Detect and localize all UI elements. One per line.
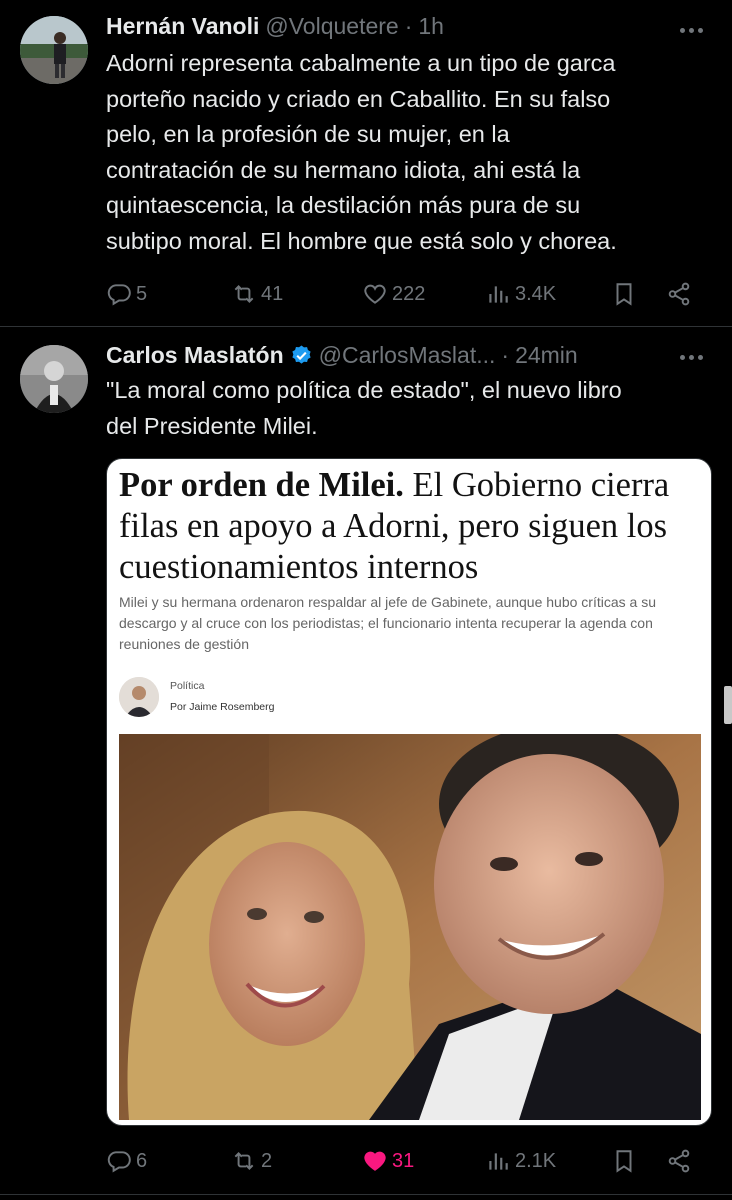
author-name[interactable]: Carlos Maslatón xyxy=(106,342,284,369)
bookmark-button[interactable] xyxy=(611,279,641,309)
views-icon xyxy=(489,286,508,303)
article-photo xyxy=(119,734,701,1120)
share-icon xyxy=(668,1149,690,1173)
like-button[interactable]: 222 xyxy=(362,279,425,309)
views-icon xyxy=(489,1153,508,1170)
tweet-text: Adorni representa cabalmente a un tipo d… xyxy=(106,50,617,254)
repost-count: 2 xyxy=(261,1149,273,1172)
more-icon[interactable] xyxy=(680,345,704,369)
reply-button[interactable]: 6 xyxy=(106,1146,147,1176)
article-section: Política xyxy=(170,680,205,692)
avatar[interactable] xyxy=(20,345,88,413)
bookmark-icon xyxy=(616,1150,632,1173)
reply-button[interactable]: 5 xyxy=(106,279,147,309)
more-icon[interactable] xyxy=(680,18,704,42)
bookmark-button[interactable] xyxy=(611,1146,641,1176)
scrollbar[interactable] xyxy=(724,686,732,724)
author-handle[interactable]: @CarlosMaslat... xyxy=(319,342,496,369)
like-icon xyxy=(364,284,386,304)
reply-count: 6 xyxy=(136,1149,148,1172)
tweet-header: Hernán Vanoli @Volquetere · 1h xyxy=(106,13,672,43)
tweet-divider xyxy=(0,1194,732,1195)
views-button[interactable]: 3.4K xyxy=(485,279,556,309)
author-handle[interactable]: @Volquetere xyxy=(265,13,398,40)
tweet-text: "La moral como política de estado", el n… xyxy=(106,377,622,439)
author-photo xyxy=(119,677,159,717)
separator: · xyxy=(404,13,413,39)
repost-button[interactable]: 41 xyxy=(231,279,283,309)
like-count: 222 xyxy=(392,282,426,305)
timestamp[interactable]: 1h xyxy=(418,13,444,40)
reply-icon xyxy=(107,1151,131,1173)
like-button[interactable]: 31 xyxy=(362,1146,414,1176)
headline-bold: Por orden de Milei. xyxy=(119,466,404,504)
article-headline: Por orden de Milei. El Gobierno cierra f… xyxy=(119,465,709,588)
share-button[interactable] xyxy=(666,279,696,309)
author-name[interactable]: Hernán Vanoli xyxy=(106,13,259,40)
media-image[interactable]: Por orden de Milei. El Gobierno cierra f… xyxy=(106,458,712,1126)
like-icon xyxy=(364,1151,386,1171)
reply-count: 5 xyxy=(136,282,148,305)
tweet-2[interactable]: Carlos Maslatón @CarlosMaslat... · 24min… xyxy=(0,327,732,1200)
reply-icon xyxy=(107,284,131,306)
separator: · xyxy=(501,342,510,368)
share-icon xyxy=(668,282,690,306)
article-byline: Por Jaime Rosemberg xyxy=(170,701,275,713)
verified-icon xyxy=(292,345,311,364)
share-button[interactable] xyxy=(666,1146,696,1176)
tweet-1[interactable]: Hernán Vanoli @Volquetere · 1h Adorni re… xyxy=(0,0,732,326)
repost-icon xyxy=(234,285,254,303)
views-count: 3.4K xyxy=(515,282,557,305)
repost-count: 41 xyxy=(261,282,284,305)
timestamp[interactable]: 24min xyxy=(515,342,578,369)
action-bar: 6 2 31 2.1K xyxy=(106,1146,706,1176)
like-count: 31 xyxy=(392,1149,415,1172)
avatar[interactable] xyxy=(20,16,88,84)
repost-icon xyxy=(234,1152,254,1170)
views-button[interactable]: 2.1K xyxy=(485,1146,556,1176)
action-bar: 5 41 222 3.4K xyxy=(106,279,706,309)
views-count: 2.1K xyxy=(515,1149,557,1172)
tweet-header: Carlos Maslatón @CarlosMaslat... · 24min xyxy=(106,340,672,370)
repost-button[interactable]: 2 xyxy=(231,1146,272,1176)
article-summary: Milei y su hermana ordenaron respaldar a… xyxy=(119,594,656,652)
bookmark-icon xyxy=(616,283,632,306)
